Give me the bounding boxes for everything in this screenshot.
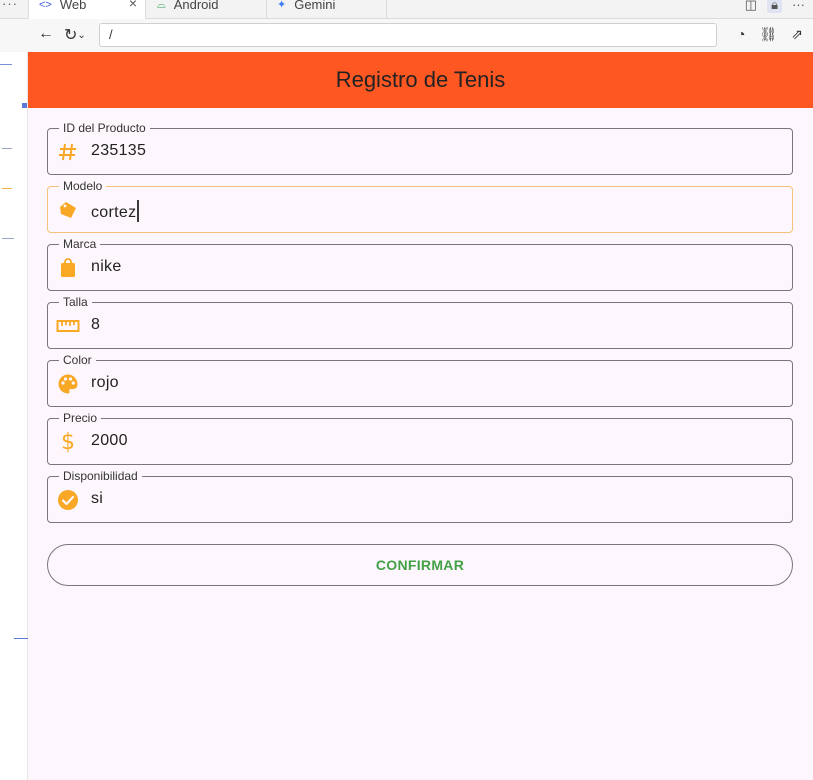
panel-marker bbox=[14, 638, 28, 639]
back-icon[interactable]: ← bbox=[38, 25, 54, 43]
app-screen: Registro de Tenis ID del Producto 235135… bbox=[28, 52, 813, 780]
app-bar: Registro de Tenis bbox=[28, 52, 813, 108]
field-label: Precio bbox=[59, 411, 102, 425]
palette-icon bbox=[56, 372, 80, 396]
android-icon: ⌓ bbox=[157, 0, 166, 11]
price-field[interactable]: Precio $ 2000 bbox=[47, 411, 793, 465]
field-value: rojo bbox=[91, 374, 119, 391]
panel-marker bbox=[2, 148, 12, 149]
model-field[interactable]: Modelo cortez bbox=[47, 179, 793, 233]
size-field[interactable]: Talla 8 bbox=[47, 295, 793, 349]
panel-marker bbox=[0, 64, 12, 65]
field-label: ID del Producto bbox=[59, 121, 150, 135]
field-value: 2000 bbox=[91, 432, 128, 449]
gemini-sparkle-icon: ✦ bbox=[277, 0, 287, 11]
panel-marker bbox=[2, 238, 14, 239]
field-value: 8 bbox=[91, 316, 101, 333]
field-value: si bbox=[91, 490, 104, 507]
dollar-icon: $ bbox=[61, 429, 75, 455]
link-icon[interactable]: ⛓︎ bbox=[759, 26, 777, 43]
side-panel-strip bbox=[0, 52, 28, 780]
product-id-field[interactable]: ID del Producto 235135 bbox=[47, 121, 793, 175]
url-input[interactable]: / bbox=[99, 23, 717, 47]
more-icon[interactable]: ··· bbox=[2, 0, 18, 11]
check-circle-icon bbox=[56, 488, 80, 512]
panel-marker bbox=[22, 103, 27, 108]
field-label: Talla bbox=[59, 295, 92, 309]
confirm-button-label: CONFIRMAR bbox=[375, 557, 465, 573]
address-bar-actions: ◔ ⛓︎ ⇗ bbox=[737, 26, 803, 43]
code-icon: <> bbox=[39, 0, 52, 11]
tab-android[interactable]: ⌓ Android bbox=[147, 0, 267, 19]
field-value: 235135 bbox=[91, 142, 147, 159]
text-caret bbox=[137, 200, 140, 222]
hash-icon bbox=[56, 140, 80, 164]
tab-label: Web bbox=[59, 0, 87, 12]
open-external-icon[interactable]: ⇗ bbox=[791, 26, 803, 43]
page-title: Registro de Tenis bbox=[335, 67, 506, 92]
reload-icon[interactable]: ↻⌄ bbox=[64, 25, 86, 45]
ruler-icon bbox=[56, 314, 80, 338]
lock-icon[interactable]: 🔒︎ bbox=[767, 0, 782, 13]
tab-bar-actions: ◫ 🔒︎ ··· bbox=[745, 0, 805, 13]
shopping-bag-icon bbox=[56, 256, 80, 280]
address-bar: ← ↻⌄ / ◔ ⛓︎ ⇗ bbox=[0, 19, 813, 52]
confirm-button[interactable]: CONFIRMAR bbox=[47, 544, 793, 586]
field-value: nike bbox=[91, 258, 122, 275]
brand-field[interactable]: Marca nike bbox=[47, 237, 793, 291]
label-tag-icon bbox=[56, 198, 80, 222]
more-icon[interactable]: ··· bbox=[792, 0, 805, 13]
field-label: Color bbox=[59, 353, 96, 367]
field-label: Marca bbox=[59, 237, 101, 251]
split-view-icon[interactable]: ◫ bbox=[745, 0, 757, 13]
color-field[interactable]: Color rojo bbox=[47, 353, 793, 407]
tab-web[interactable]: <> Web × bbox=[28, 0, 146, 19]
browser-tab-bar: ··· <> Web × ⌓ Android ✦ Gemini ◫ 🔒︎ ··· bbox=[0, 0, 813, 19]
field-label: Modelo bbox=[59, 179, 107, 193]
close-icon[interactable]: × bbox=[129, 0, 137, 10]
tab-gemini[interactable]: ✦ Gemini bbox=[267, 0, 387, 19]
availability-field[interactable]: Disponibilidad si bbox=[47, 469, 793, 523]
product-form: ID del Producto 235135 Modelo cortez Mar… bbox=[47, 121, 793, 534]
field-label: Disponibilidad bbox=[59, 469, 142, 483]
field-value: cortez bbox=[91, 200, 140, 222]
speed-gauge-icon[interactable]: ◔ bbox=[737, 26, 745, 43]
panel-marker bbox=[2, 188, 12, 189]
tab-label: Android bbox=[173, 0, 219, 12]
tab-label: Gemini bbox=[294, 0, 336, 12]
